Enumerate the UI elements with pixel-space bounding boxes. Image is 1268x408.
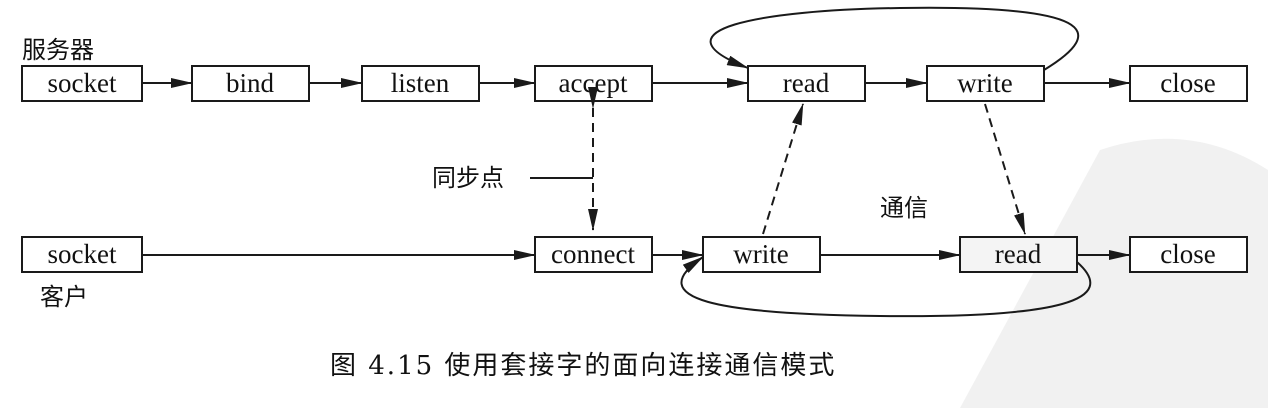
server-node-listen-label: listen [391, 68, 450, 98]
server-node-bind-label: bind [226, 68, 275, 98]
server-node-accept: accept [534, 65, 653, 102]
server-node-listen: listen [361, 65, 480, 102]
comm-dashed-server-write-to-client-read [984, 103, 1026, 235]
client-node-close: close [1129, 236, 1248, 273]
client-label: 客户 [40, 283, 88, 311]
client-node-close-label: close [1160, 239, 1215, 269]
client-node-write: write [702, 236, 821, 273]
connection-oriented-socket-diagram: 服务器 客户 同步点 通信 socket bind listen accept … [21, 6, 1268, 408]
client-node-write-label: write [733, 239, 788, 269]
server-node-write: write [926, 65, 1045, 102]
server-label: 服务器 [22, 36, 94, 64]
server-node-read-label: read [783, 68, 830, 98]
server-node-close: close [1129, 65, 1248, 102]
server-node-socket-label: socket [48, 68, 117, 98]
client-node-connect: connect [534, 236, 653, 273]
sync-point-label: 同步点 [432, 164, 504, 192]
server-node-accept-label: accept [559, 68, 628, 98]
client-node-read: read [959, 236, 1078, 273]
edge-server-loop [709, 6, 1080, 71]
figure-caption: 图 4.15 使用套接字的面向连接通信模式 [330, 351, 836, 381]
server-node-write-label: write [957, 68, 1012, 98]
communication-label: 通信 [880, 194, 928, 222]
server-node-close-label: close [1160, 68, 1215, 98]
comm-dashed-client-write-to-server-read [762, 103, 804, 235]
client-node-read-label: read [995, 239, 1042, 269]
client-node-socket-label: socket [48, 239, 117, 269]
server-node-read: read [747, 65, 866, 102]
client-node-connect-label: connect [551, 239, 635, 269]
client-node-socket: socket [21, 236, 143, 273]
server-node-socket: socket [21, 65, 143, 102]
watermark [960, 138, 1268, 408]
server-node-bind: bind [191, 65, 310, 102]
